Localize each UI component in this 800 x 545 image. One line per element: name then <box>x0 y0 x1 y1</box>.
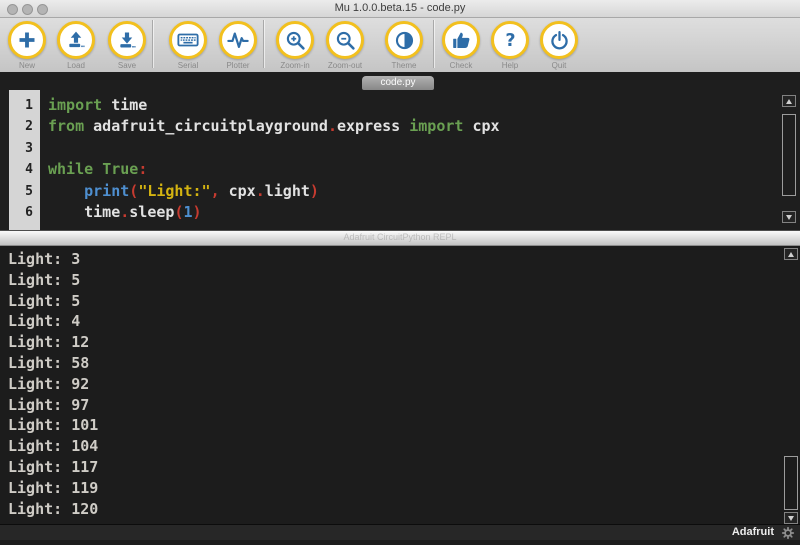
toolbar-button-label: Plotter <box>226 61 249 70</box>
toolbar-new-button[interactable]: New <box>8 21 46 59</box>
console-line: Light: 101 <box>8 415 98 436</box>
console-line: Light: 5 <box>8 270 98 291</box>
serial-console[interactable]: Light: 3Light: 5Light: 5Light: 4Light: 1… <box>0 246 800 524</box>
toolbar-quit-button[interactable]: Quit <box>540 21 578 59</box>
titlebar: Mu 1.0.0.beta.15 - code.py <box>0 0 800 18</box>
download-icon <box>117 30 137 50</box>
toolbar-plotter-button[interactable]: Plotter <box>219 21 257 59</box>
contrast-icon <box>394 30 415 51</box>
chevron-down-icon <box>786 215 792 220</box>
code-line <box>48 138 780 159</box>
tab-bar: code.py <box>0 72 800 90</box>
toolbar-load-button[interactable]: Load <box>57 21 95 59</box>
code-line: print("Light:", cpx.light) <box>48 181 780 202</box>
toolbar-save-button[interactable]: Save <box>108 21 146 59</box>
console-line: Light: 97 <box>8 395 98 416</box>
power-icon <box>549 30 570 51</box>
status-bar: Adafruit <box>0 524 800 540</box>
scroll-down-button[interactable] <box>784 512 798 524</box>
scroll-up-button[interactable] <box>782 95 796 107</box>
upload-icon <box>66 30 86 50</box>
console-line: Light: 120 <box>8 499 98 520</box>
splitter-label: Adafruit CircuitPython REPL <box>343 232 456 242</box>
svg-text:?: ? <box>505 31 515 51</box>
code-line: from adafruit_circuitplayground.express … <box>48 116 780 137</box>
line-number: 2 <box>9 116 40 137</box>
editor-line-numbers: 123456 <box>9 95 40 223</box>
toolbar-button-label: Quit <box>552 61 567 70</box>
toolbar-theme-button[interactable]: Theme <box>385 21 423 59</box>
pane-splitter[interactable]: Adafruit CircuitPython REPL <box>0 230 800 246</box>
toolbar-check-button[interactable]: Check <box>442 21 480 59</box>
tab-code-py[interactable]: code.py <box>362 76 434 90</box>
toolbar: New Load Save Serial Plotter Zoom-in Zoom-out T… <box>0 18 800 72</box>
toolbar-button-label: Save <box>118 61 136 70</box>
chevron-up-icon <box>788 252 794 257</box>
toolbar-button-label: Theme <box>392 61 417 70</box>
console-line: Light: 119 <box>8 478 98 499</box>
toolbar-button-label: Check <box>450 61 473 70</box>
scroll-down-button[interactable] <box>782 211 796 223</box>
gear-icon[interactable] <box>781 526 795 545</box>
code-line: time.sleep(1) <box>48 202 780 223</box>
pulse-icon <box>227 29 249 51</box>
line-number: 1 <box>9 95 40 116</box>
chevron-down-icon <box>788 516 794 521</box>
question-icon: ? <box>500 30 521 51</box>
mode-label: Adafruit <box>732 525 774 541</box>
toolbar-zoom-in-button[interactable]: Zoom-in <box>276 21 314 59</box>
zoom-in-icon <box>285 30 306 51</box>
console-line: Light: 92 <box>8 374 98 395</box>
code-line: import time <box>48 95 780 116</box>
code-line: while True: <box>48 159 780 180</box>
plus-icon <box>17 30 37 50</box>
console-line: Light: 4 <box>8 311 98 332</box>
toolbar-separator <box>263 20 264 68</box>
toolbar-button-label: New <box>19 61 35 70</box>
console-line: Light: 3 <box>8 249 98 270</box>
toolbar-zoom-out-button[interactable]: Zoom-out <box>326 21 364 59</box>
scrollbar-thumb[interactable] <box>782 114 796 196</box>
window-title: Mu 1.0.0.beta.15 - code.py <box>0 0 800 18</box>
console-line: Light: 58 <box>8 353 98 374</box>
toolbar-button-label: Zoom-out <box>328 61 362 70</box>
scroll-up-button[interactable] <box>784 248 798 260</box>
toolbar-serial-button[interactable]: Serial <box>169 21 207 59</box>
console-line: Light: 12 <box>8 332 98 353</box>
console-line: Light: 104 <box>8 436 98 457</box>
toolbar-separator <box>152 20 153 68</box>
toolbar-button-label: Help <box>502 61 518 70</box>
editor-code[interactable]: import timefrom adafruit_circuitplaygrou… <box>48 95 780 223</box>
toolbar-button-label: Zoom-in <box>280 61 309 70</box>
zoom-out-icon <box>335 30 356 51</box>
console-line: Light: 117 <box>8 457 98 478</box>
toolbar-button-label: Serial <box>178 61 198 70</box>
toolbar-button-label: Load <box>67 61 85 70</box>
editor-pane[interactable]: 123456 import timefrom adafruit_circuitp… <box>0 90 800 230</box>
toolbar-help-button[interactable]: ?Help <box>491 21 529 59</box>
line-number: 4 <box>9 159 40 180</box>
scrollbar-thumb[interactable] <box>784 456 798 510</box>
chevron-up-icon <box>786 99 792 104</box>
thumbs-up-icon <box>451 30 472 51</box>
line-number: 3 <box>9 138 40 159</box>
console-line: Light: 5 <box>8 291 98 312</box>
line-number: 6 <box>9 202 40 223</box>
line-number: 5 <box>9 181 40 202</box>
toolbar-separator <box>433 20 434 68</box>
console-output: Light: 3Light: 5Light: 5Light: 4Light: 1… <box>8 249 98 519</box>
keyboard-icon <box>177 29 199 51</box>
